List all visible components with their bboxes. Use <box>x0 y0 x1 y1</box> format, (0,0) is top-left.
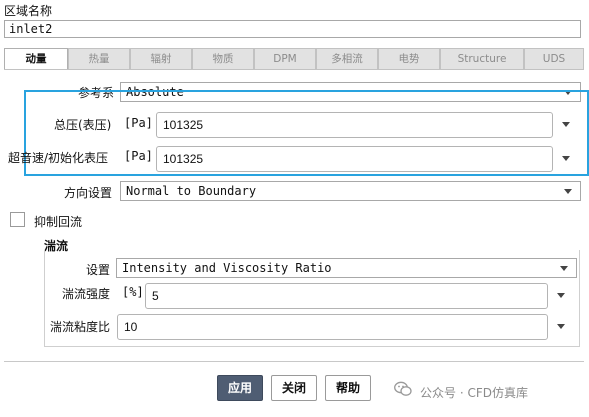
zone-name-label: 区域名称 <box>4 4 53 18</box>
tab-thermal[interactable]: 热量 <box>68 48 130 69</box>
wechat-icon <box>394 381 412 396</box>
gauge-total-pressure-input[interactable]: 101325 <box>156 112 553 138</box>
footer-divider <box>4 361 584 362</box>
turbulence-spec-label: 设置 <box>86 263 111 277</box>
tab-bar: 动量 热量 辐射 物质 DPM 多相流 电势 Structure UDS <box>4 48 584 70</box>
tab-structure[interactable]: Structure <box>440 48 524 69</box>
turbulence-spec-select[interactable]: Intensity and Viscosity Ratio <box>116 258 577 278</box>
tab-momentum[interactable]: 动量 <box>4 48 68 70</box>
viscosity-ratio-label: 湍流粘度比 <box>50 320 111 334</box>
watermark-text: 公众号 · CFD仿真库 <box>420 386 528 400</box>
chevron-down-icon[interactable] <box>562 122 570 127</box>
zone-name-input[interactable]: inlet2 <box>4 20 581 38</box>
help-button[interactable]: 帮助 <box>325 375 371 401</box>
turbulence-intensity-input[interactable]: 5 <box>145 283 548 309</box>
turbulence-intensity-label: 湍流强度 <box>62 287 111 301</box>
chevron-down-icon[interactable] <box>557 293 565 298</box>
tab-divider <box>4 69 584 70</box>
tab-uds[interactable]: UDS <box>524 48 584 69</box>
chevron-down-icon[interactable] <box>560 266 568 271</box>
supersonic-pressure-unit: [Pa] <box>124 149 153 163</box>
chevron-down-icon[interactable] <box>564 189 572 194</box>
gauge-total-pressure-label: 总压(表压) <box>54 118 112 132</box>
prevent-backflow-label: 抑制回流 <box>34 215 83 229</box>
direction-select[interactable]: Normal to Boundary <box>120 181 581 201</box>
tab-multiphase[interactable]: 多相流 <box>316 48 378 69</box>
chevron-down-icon[interactable] <box>557 324 565 329</box>
prevent-backflow-checkbox[interactable] <box>10 212 25 227</box>
apply-button[interactable]: 应用 <box>217 375 263 401</box>
turbulence-intensity-unit: [%] <box>122 285 144 299</box>
tab-potential[interactable]: 电势 <box>378 48 440 69</box>
tab-radiation[interactable]: 辐射 <box>130 48 192 69</box>
gauge-total-pressure-unit: [Pa] <box>124 116 153 130</box>
chevron-down-icon[interactable] <box>562 156 570 161</box>
direction-label: 方向设置 <box>64 186 113 200</box>
tab-dpm[interactable]: DPM <box>254 48 316 69</box>
viscosity-ratio-input[interactable]: 10 <box>117 314 548 340</box>
close-button[interactable]: 关闭 <box>271 375 317 401</box>
supersonic-pressure-label: 超音速/初始化表压 <box>8 151 109 165</box>
supersonic-pressure-input[interactable]: 101325 <box>156 146 553 172</box>
tab-species[interactable]: 物质 <box>192 48 254 69</box>
